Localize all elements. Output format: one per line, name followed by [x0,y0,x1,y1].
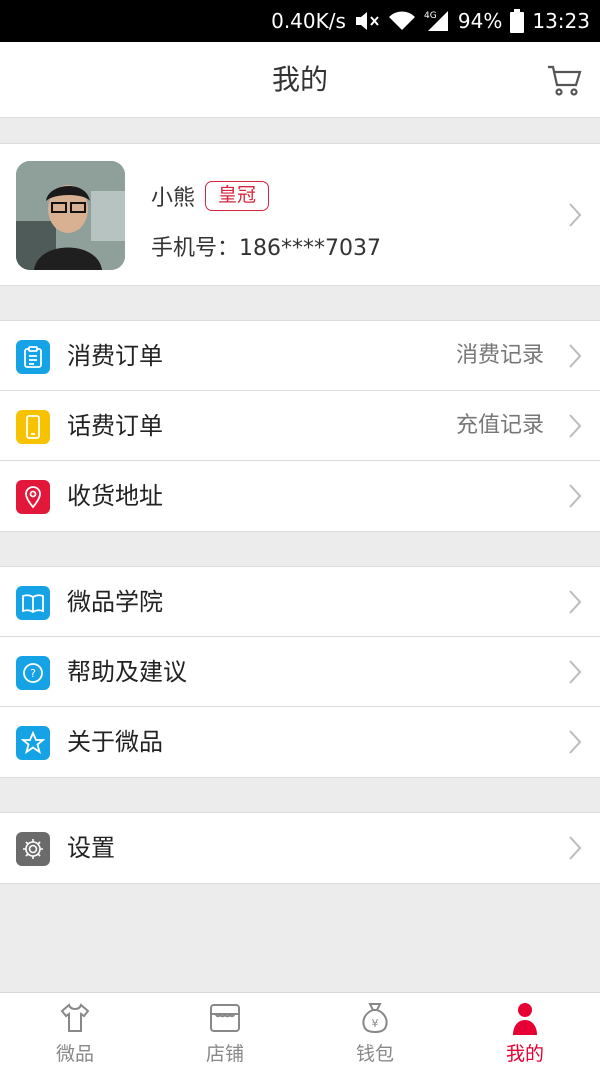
menu-item-label: 设置 [67,834,115,862]
clipboard-icon [16,340,50,374]
shirt-icon [58,1001,92,1035]
tab-label: 我的 [505,1043,544,1065]
chevron-right-icon [568,659,582,685]
tab-store[interactable]: 店铺 [150,993,300,1067]
location-pin-icon [16,480,50,514]
chevron-right-icon [568,413,582,439]
network-speed: 0.40K/s [271,9,346,33]
bottom-tab-bar: 微品 店铺 ¥ 钱包 我的 [0,992,600,1067]
gear-icon [16,832,50,866]
menu-item-label: 关于微品 [67,728,163,756]
phone-icon [16,410,50,444]
tab-mine[interactable]: 我的 [450,993,600,1067]
avatar[interactable] [16,161,125,270]
tab-label: 微品 [55,1043,94,1065]
tab-label: 店铺 [205,1043,244,1065]
header: 我的 [0,42,600,118]
menu-item-help-feedback[interactable]: ? 帮助及建议 [0,637,600,707]
tab-weipin[interactable]: 微品 [0,993,150,1067]
person-icon [508,1001,542,1035]
cart-icon[interactable] [546,62,582,98]
menu-item-label: 帮助及建议 [67,658,187,686]
network-type-label: 4G [424,11,437,21]
money-bag-icon: ¥ [358,1001,392,1035]
chevron-right-icon [568,202,582,228]
menu-item-label: 话费订单 [67,412,163,440]
question-icon: ? [16,656,50,690]
profile-card[interactable]: 小熊 皇冠 手机号：186****7037 [0,143,600,286]
menu-item-settings[interactable]: 设置 [0,813,600,883]
menu-item-shipping-address[interactable]: 收货地址 [0,461,600,531]
book-icon [16,586,50,620]
clock: 13:23 [532,9,590,33]
recharge-records-link[interactable]: 充值记录 [456,391,544,461]
star-icon [16,726,50,760]
user-phone: 手机号：186****7037 [151,236,381,261]
info-menu-group: 微品学院 ? 帮助及建议 关于微品 [0,566,600,778]
menu-item-consumption-orders[interactable]: 消费订单 消费记录 [0,321,600,391]
menu-item-academy[interactable]: 微品学院 [0,567,600,637]
battery-icon [510,9,525,33]
menu-item-label: 微品学院 [67,588,163,616]
settings-menu-group: 设置 [0,812,600,884]
chevron-right-icon [568,835,582,861]
menu-item-label: 收货地址 [67,482,163,510]
order-menu-group: 消费订单 消费记录 话费订单 充值记录 收货地址 [0,320,600,532]
status-bar: 0.40K/s 4G 94% 13:23 [0,0,600,42]
svg-text:?: ? [30,667,36,680]
signal-icon: 4G [424,9,450,33]
consumption-records-link[interactable]: 消费记录 [456,321,544,391]
wifi-icon [388,10,416,32]
menu-item-phone-bill-orders[interactable]: 话费订单 充值记录 [0,391,600,461]
svg-text:¥: ¥ [372,1017,379,1030]
chevron-right-icon [568,589,582,615]
tab-label: 钱包 [355,1043,394,1065]
page-title: 我的 [271,63,328,96]
vip-badge: 皇冠 [205,181,270,211]
chevron-right-icon [568,343,582,369]
store-icon [208,1001,242,1035]
user-name: 小熊 [151,186,196,211]
menu-item-about[interactable]: 关于微品 [0,707,600,777]
mute-icon [354,10,380,32]
chevron-right-icon [568,729,582,755]
battery-percent: 94% [457,9,503,33]
tab-wallet[interactable]: ¥ 钱包 [300,993,450,1067]
chevron-right-icon [568,483,582,509]
menu-item-label: 消费订单 [67,342,163,370]
